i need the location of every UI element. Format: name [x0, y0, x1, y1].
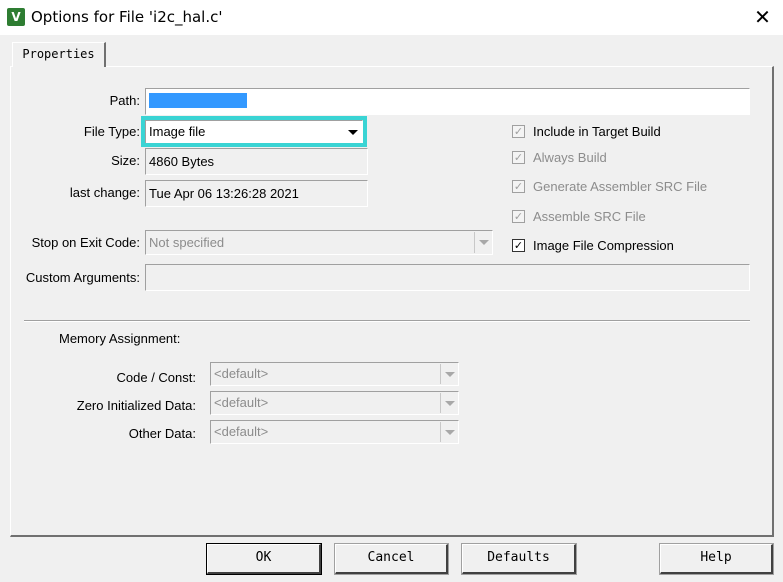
custom-args-label: Custom Arguments:	[25, 270, 140, 285]
chevron-down-icon[interactable]	[440, 422, 457, 442]
last-change-label: last change:	[69, 185, 140, 200]
generate-asm-src-checkbox[interactable]: ✓	[512, 180, 525, 193]
ok-button[interactable]: OK	[206, 543, 322, 575]
title-bar[interactable]: V Options for File 'i2c_hal.c' ✕	[0, 0, 783, 35]
stop-on-exit-label: Stop on Exit Code:	[31, 235, 140, 250]
image-compression-label: Image File Compression	[533, 238, 674, 253]
help-button[interactable]: Help	[659, 543, 774, 575]
code-const-select[interactable]: <default>	[210, 362, 459, 386]
close-icon: ✕	[754, 5, 771, 29]
always-build-checkbox[interactable]: ✓	[512, 151, 525, 164]
image-compression-checkbox[interactable]: ✓	[512, 239, 525, 252]
path-selection	[149, 93, 247, 108]
size-label: Size:	[111, 153, 140, 168]
include-in-build-checkbox[interactable]: ✓	[512, 125, 525, 138]
memory-heading: Memory Assignment:	[59, 331, 181, 346]
include-in-build-label: Include in Target Build	[533, 124, 661, 139]
assemble-src-checkbox[interactable]: ✓	[512, 210, 525, 223]
last-change-field: Tue Apr 06 13:26:28 2021	[145, 180, 368, 207]
other-data-value: <default>	[214, 424, 269, 439]
size-field: 4860 Bytes	[145, 148, 368, 175]
assemble-src-label: Assemble SRC File	[533, 209, 646, 224]
cancel-button[interactable]: Cancel	[334, 543, 449, 575]
close-button[interactable]: ✕	[742, 0, 783, 35]
custom-args-field[interactable]	[145, 264, 750, 291]
path-field[interactable]	[145, 88, 750, 115]
size-value: 4860 Bytes	[149, 154, 215, 169]
zero-init-value: <default>	[214, 395, 269, 410]
file-type-label: File Type:	[83, 124, 140, 139]
code-const-value: <default>	[214, 366, 269, 381]
other-data-label: Other Data:	[128, 426, 196, 441]
zero-init-select[interactable]: <default>	[210, 391, 459, 415]
code-const-label: Code / Const:	[116, 370, 197, 385]
other-data-select[interactable]: <default>	[210, 420, 459, 444]
tab-properties[interactable]: Properties	[12, 42, 106, 67]
zero-init-label: Zero Initialized Data:	[76, 398, 196, 413]
path-label: Path:	[109, 93, 140, 108]
chevron-down-icon[interactable]	[440, 364, 457, 384]
last-change-value: Tue Apr 06 13:26:28 2021	[149, 186, 299, 201]
chevron-down-icon[interactable]	[474, 232, 491, 253]
defaults-button[interactable]: Defaults	[461, 543, 577, 575]
always-build-label: Always Build	[533, 150, 607, 165]
chevron-down-icon[interactable]	[440, 393, 457, 413]
stop-on-exit-value: Not specified	[149, 235, 225, 250]
window-title: Options for File 'i2c_hal.c'	[31, 8, 223, 26]
generate-asm-src-label: Generate Assembler SRC File	[533, 179, 708, 194]
uvision-icon: V	[7, 8, 25, 26]
focus-highlight	[141, 116, 367, 147]
section-divider	[24, 320, 750, 322]
stop-on-exit-select[interactable]: Not specified	[145, 230, 493, 255]
